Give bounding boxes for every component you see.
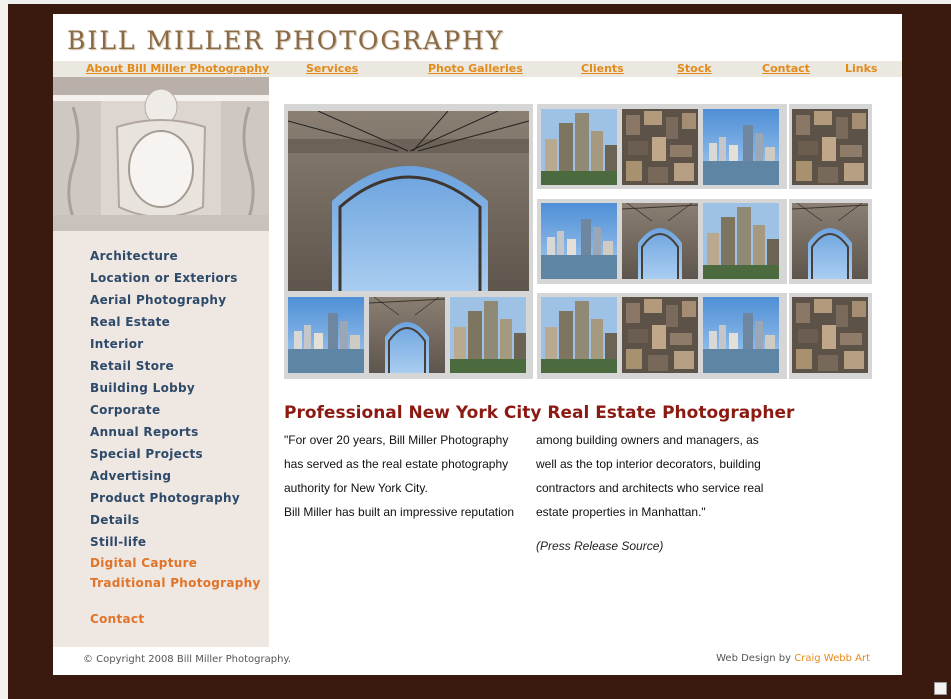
site-logo-title[interactable]: BILL MILLER PHOTOGRAPHY bbox=[67, 26, 504, 55]
site-header: BILL MILLER PHOTOGRAPHY bbox=[53, 14, 902, 61]
nav-stock[interactable]: Stock bbox=[677, 62, 712, 75]
gallery-thumb-aerial-4[interactable] bbox=[792, 297, 868, 373]
press-release-source: (Press Release Source) bbox=[536, 539, 664, 553]
nav-about[interactable]: About Bill Miller Photography bbox=[86, 62, 269, 75]
sidebar-item-product-photography[interactable]: Product Photography bbox=[90, 491, 240, 505]
sidebar-item-architecture[interactable]: Architecture bbox=[90, 249, 178, 263]
intro-text-column-1: "For over 20 years, Bill Miller Photogra… bbox=[284, 428, 529, 524]
sidebar-item-interior[interactable]: Interior bbox=[90, 337, 143, 351]
architectural-ornament-photo bbox=[53, 77, 269, 231]
browser-top-strip bbox=[0, 0, 951, 4]
footer-design-prefix: Web Design by bbox=[716, 653, 795, 664]
nav-links[interactable]: Links bbox=[845, 62, 877, 75]
gallery-thumb-midtown-2[interactable] bbox=[541, 109, 617, 185]
sidebar-item-real-estate[interactable]: Real Estate bbox=[90, 315, 170, 329]
web-page: BILL MILLER PHOTOGRAPHY About Bill Mille… bbox=[53, 14, 902, 675]
sidebar-item-aerial[interactable]: Aerial Photography bbox=[90, 293, 226, 307]
sidebar: Architecture Location or Exteriors Aeria… bbox=[53, 77, 269, 647]
gallery-thumb-bridge-2[interactable] bbox=[622, 203, 698, 279]
footer-copyright: © Copyright 2008 Bill Miller Photography… bbox=[83, 654, 292, 665]
intro-line: "For over 20 years, Bill Miller Photogra… bbox=[284, 433, 509, 447]
sidebar-item-retail-store[interactable]: Retail Store bbox=[90, 359, 174, 373]
sidebar-item-digital-capture[interactable]: Digital Capture bbox=[90, 556, 197, 570]
gallery-thumb-aerial-1[interactable] bbox=[622, 109, 698, 185]
nav-clients[interactable]: Clients bbox=[581, 62, 624, 75]
sidebar-item-details[interactable]: Details bbox=[90, 513, 139, 527]
intro-line: authority for New York City. bbox=[284, 481, 428, 495]
gallery-photo-bridge-large[interactable] bbox=[288, 111, 529, 291]
sidebar-item-annual-reports[interactable]: Annual Reports bbox=[90, 425, 199, 439]
gallery-thumb-midtown-3[interactable] bbox=[703, 203, 779, 279]
sidebar-item-building-lobby[interactable]: Building Lobby bbox=[90, 381, 195, 395]
gallery-thumb-skyline-3[interactable] bbox=[541, 203, 617, 279]
gallery-thumb-aerial-2[interactable] bbox=[792, 109, 868, 185]
sidebar-item-corporate[interactable]: Corporate bbox=[90, 403, 160, 417]
gallery-thumb-skyline-4[interactable] bbox=[703, 297, 779, 373]
gallery-thumb-midtown-1[interactable] bbox=[450, 297, 526, 373]
gallery-thumb-midtown-4[interactable] bbox=[541, 297, 617, 373]
nav-contact[interactable]: Contact bbox=[762, 62, 810, 75]
sidebar-item-special-projects[interactable]: Special Projects bbox=[90, 447, 203, 461]
sidebar-item-traditional-photography[interactable]: Traditional Photography bbox=[90, 576, 261, 590]
sidebar-item-still-life[interactable]: Still-life bbox=[90, 535, 146, 549]
nav-services[interactable]: Services bbox=[306, 62, 358, 75]
intro-line: has served as the real estate photograph… bbox=[284, 457, 509, 471]
intro-line: estate properties in Manhattan." bbox=[536, 505, 706, 519]
intro-line: Bill Miller has built an impressive repu… bbox=[284, 505, 515, 519]
footer-design-link[interactable]: Craig Webb Art bbox=[794, 653, 870, 664]
page-headline: Professional New York City Real Estate P… bbox=[284, 403, 795, 423]
sidebar-item-advertising[interactable]: Advertising bbox=[90, 469, 171, 483]
background-window-edge bbox=[0, 0, 8, 699]
gallery-thumb-skyline-1[interactable] bbox=[288, 297, 364, 373]
gallery-thumb-bridge-3[interactable] bbox=[792, 203, 868, 279]
footer-web-design: Web Design by Craig Webb Art bbox=[716, 653, 870, 664]
sidebar-item-location-exteriors[interactable]: Location or Exteriors bbox=[90, 271, 238, 285]
gallery-thumb-skyline-2[interactable] bbox=[703, 109, 779, 185]
sidebar-item-contact[interactable]: Contact bbox=[90, 612, 144, 626]
intro-line: well as the top interior decorators, bui… bbox=[536, 457, 761, 471]
nav-photo-galleries[interactable]: Photo Galleries bbox=[428, 62, 523, 75]
intro-line: among building owners and managers, as bbox=[536, 433, 759, 447]
intro-line: contractors and architects who service r… bbox=[536, 481, 764, 495]
gallery-thumb-aerial-3[interactable] bbox=[622, 297, 698, 373]
top-navigation: About Bill Miller Photography Services P… bbox=[53, 61, 902, 77]
gallery-thumb-bridge-1[interactable] bbox=[369, 297, 445, 373]
intro-text-column-2: among building owners and managers, as w… bbox=[536, 428, 786, 524]
window-resize-handle[interactable] bbox=[934, 682, 947, 695]
